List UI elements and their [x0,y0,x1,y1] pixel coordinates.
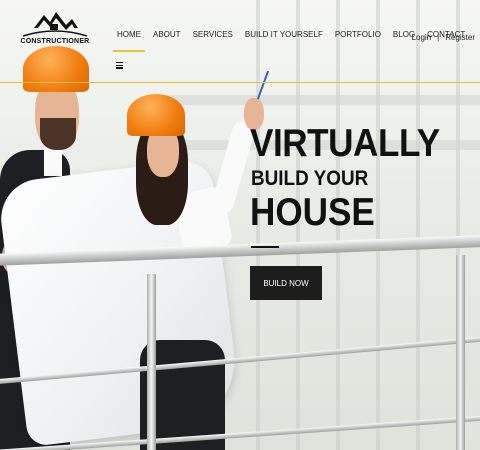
register-link[interactable]: Register [445,33,475,42]
login-link[interactable]: Login [412,33,432,42]
nav-item-build-it-yourself[interactable]: BUILD IT YOURSELF [245,30,323,39]
auth-separator: | [437,33,440,42]
header-divider [0,82,480,83]
build-now-button[interactable]: BUILD NOW [250,266,322,300]
railing-post [456,255,465,450]
brand-name: CONSTRUCTIONER [20,38,90,45]
site-header: CONSTRUCTIONER HOME ABOUT SERVICES BUILD… [0,0,480,82]
hamburger-icon[interactable] [116,62,123,69]
nav-item-services[interactable]: SERVICES [193,30,233,39]
nav-item-about[interactable]: ABOUT [153,30,181,39]
hero-title-line1: VIRTUALLY [250,122,440,165]
hero-title-line2: BUILD YOUR [251,167,369,190]
nav-item-portfolio[interactable]: PORTFOLIO [335,30,381,39]
ceiling-beam [150,95,480,105]
hero-divider [251,246,279,248]
auth-links: Login | Register [412,33,475,42]
nav-item-home[interactable]: HOME [113,30,145,52]
hero-title-line3: HOUSE [250,191,375,234]
railing-post [147,274,156,450]
